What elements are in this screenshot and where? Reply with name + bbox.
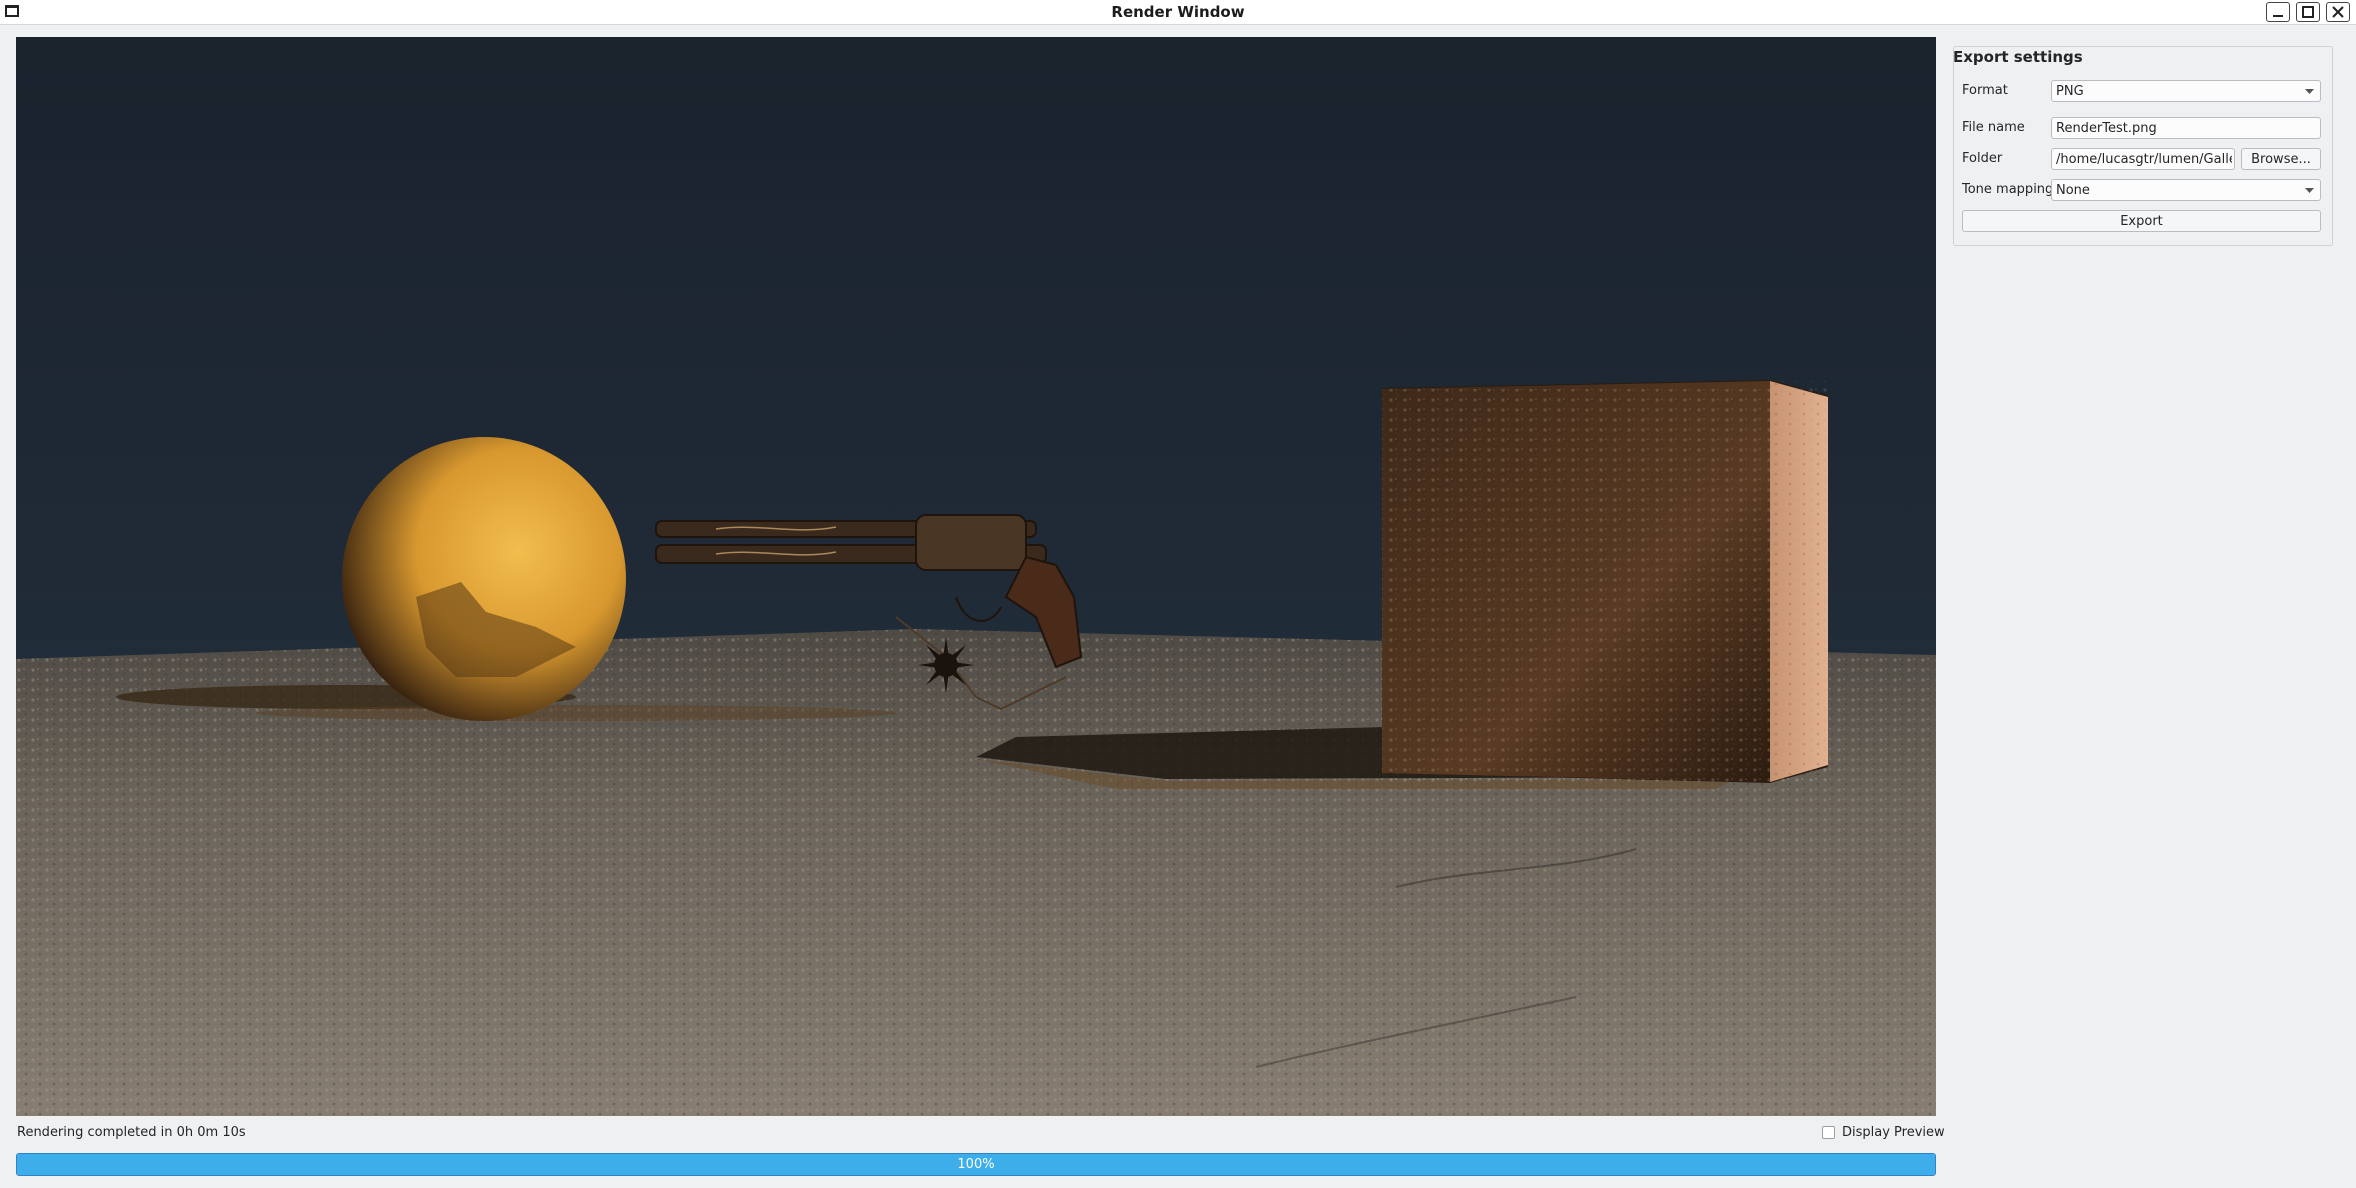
- browse-button-label: Browse...: [2251, 152, 2311, 167]
- close-icon: [2332, 6, 2344, 18]
- tone-mapping-label: Tone mapping: [1962, 182, 2054, 197]
- file-name-input[interactable]: RenderTest.png: [2051, 117, 2321, 139]
- maximize-button[interactable]: [2296, 2, 2320, 22]
- render-progress-bar: 100%: [16, 1153, 1936, 1176]
- browse-button[interactable]: Browse...: [2241, 148, 2321, 170]
- minimize-button[interactable]: [2266, 2, 2290, 22]
- display-preview-checkbox[interactable]: [1822, 1126, 1835, 1139]
- export-button-label: Export: [2120, 214, 2163, 229]
- chevron-down-icon: [2305, 188, 2314, 193]
- folder-label: Folder: [1962, 151, 2003, 166]
- file-name-value: RenderTest.png: [2056, 121, 2157, 136]
- close-button[interactable]: [2326, 2, 2350, 22]
- folder-input[interactable]: /home/lucasgtr/lumen/Gallery: [2051, 148, 2235, 170]
- file-name-label: File name: [1962, 120, 2025, 135]
- rendered-scene: [16, 37, 1936, 1116]
- render-status: Rendering completed in 0h 0m 10s: [17, 1125, 246, 1140]
- format-select[interactable]: PNG: [2051, 80, 2321, 102]
- chevron-down-icon: [2305, 89, 2314, 94]
- render-window: Render Window Rendering completed in 0h …: [0, 0, 2356, 1188]
- format-value: PNG: [2056, 84, 2084, 99]
- folder-value: /home/lucasgtr/lumen/Gallery: [2056, 152, 2232, 167]
- title-bar[interactable]: Render Window: [0, 0, 2356, 25]
- maximize-icon: [2302, 6, 2314, 18]
- tone-mapping-value: None: [2056, 183, 2090, 198]
- window-title: Render Window: [1111, 3, 1245, 21]
- export-settings-title: Export settings: [1953, 48, 2083, 66]
- display-preview-label[interactable]: Display Preview: [1842, 1125, 1945, 1140]
- render-viewport: [16, 37, 1936, 1116]
- tone-mapping-select[interactable]: None: [2051, 179, 2321, 201]
- progress-label: 100%: [957, 1157, 995, 1172]
- minimize-icon: [2273, 15, 2283, 17]
- format-label: Format: [1962, 83, 2008, 98]
- export-button[interactable]: Export: [1962, 210, 2321, 232]
